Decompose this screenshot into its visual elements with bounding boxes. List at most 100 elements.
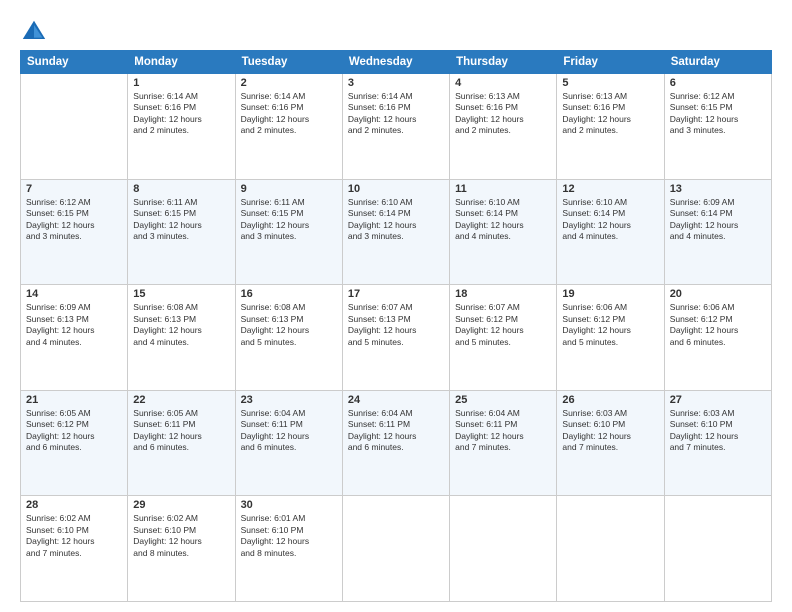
day-info: Sunrise: 6:14 AMSunset: 6:16 PMDaylight:… (133, 91, 229, 137)
day-number: 30 (241, 499, 337, 511)
week-row-3: 14 Sunrise: 6:09 AMSunset: 6:13 PMDayligh… (21, 285, 772, 391)
day-info: Sunrise: 6:10 AMSunset: 6:14 PMDaylight:… (455, 197, 551, 243)
day-cell: 6 Sunrise: 6:12 AMSunset: 6:15 PMDaylight… (664, 74, 771, 180)
day-cell (450, 496, 557, 602)
day-cell: 18 Sunrise: 6:07 AMSunset: 6:12 PMDayligh… (450, 285, 557, 391)
day-cell: 22Sunrise: 6:05 AMSunset: 6:11 PMDayligh… (128, 390, 235, 496)
day-number: 27 (670, 394, 766, 406)
day-number: 17 (348, 288, 444, 300)
day-number: 16 (241, 288, 337, 300)
day-cell: 26 Sunrise: 6:03 AMSunset: 6:10 PMDayligh… (557, 390, 664, 496)
day-info: Sunrise: 6:04 AMSunset: 6:11 PMDaylight:… (348, 408, 444, 454)
day-info: Sunrise: 6:09 AMSunset: 6:14 PMDaylight:… (670, 197, 766, 243)
day-cell: 23 Sunrise: 6:04 AMSunset: 6:11 PMDayligh… (235, 390, 342, 496)
day-number: 26 (562, 394, 658, 406)
day-number: 2 (241, 77, 337, 89)
day-number: 9 (241, 183, 337, 195)
day-cell: 13 Sunrise: 6:09 AMSunset: 6:14 PMDayligh… (664, 179, 771, 285)
day-info: Sunrise: 6:14 AMSunset: 6:16 PMDaylight:… (348, 91, 444, 137)
day-number: 13 (670, 183, 766, 195)
day-info: Sunrise: 6:10 AMSunset: 6:14 PMDaylight:… (562, 197, 658, 243)
day-info: Sunrise: 6:02 AMSunset: 6:10 PMDaylight:… (133, 513, 229, 559)
day-info: Sunrise: 6:03 AMSunset: 6:10 PMDaylight:… (670, 408, 766, 454)
day-number: 20 (670, 288, 766, 300)
day-cell: 27 Sunrise: 6:03 AMSunset: 6:10 PMDayligh… (664, 390, 771, 496)
col-header-tuesday: Tuesday (235, 51, 342, 74)
day-cell: 1 Sunrise: 6:14 AMSunset: 6:16 PMDaylight… (128, 74, 235, 180)
day-info: Sunrise: 6:02 AMSunset: 6:10 PMDaylight:… (26, 513, 122, 559)
day-number: 18 (455, 288, 551, 300)
day-cell: 16 Sunrise: 6:08 AMSunset: 6:13 PMDayligh… (235, 285, 342, 391)
day-info: Sunrise: 6:08 AMSunset: 6:13 PMDaylight:… (133, 302, 229, 348)
day-cell: 12 Sunrise: 6:10 AMSunset: 6:14 PMDayligh… (557, 179, 664, 285)
day-number: 28 (26, 499, 122, 511)
day-cell: 9 Sunrise: 6:11 AMSunset: 6:15 PMDaylight… (235, 179, 342, 285)
day-cell: 17 Sunrise: 6:07 AMSunset: 6:13 PMDayligh… (342, 285, 449, 391)
day-number: 11 (455, 183, 551, 195)
day-cell: 15 Sunrise: 6:08 AMSunset: 6:13 PMDayligh… (128, 285, 235, 391)
header-row: SundayMondayTuesdayWednesdayThursdayFrid… (21, 51, 772, 74)
day-number: 23 (241, 394, 337, 406)
day-cell (557, 496, 664, 602)
day-cell: 30 Sunrise: 6:01 AMSunset: 6:10 PMDayligh… (235, 496, 342, 602)
day-info: Sunrise: 6:05 AMSunset: 6:11 PMDaylight:… (133, 408, 229, 454)
col-header-wednesday: Wednesday (342, 51, 449, 74)
day-number: 19 (562, 288, 658, 300)
day-info: Sunrise: 6:12 AMSunset: 6:15 PMDaylight:… (26, 197, 122, 243)
day-cell: 21 Sunrise: 6:05 AMSunset: 6:12 PMDayligh… (21, 390, 128, 496)
day-info: Sunrise: 6:11 AMSunset: 6:15 PMDaylight:… (133, 197, 229, 243)
day-cell: 8 Sunrise: 6:11 AMSunset: 6:15 PMDaylight… (128, 179, 235, 285)
day-cell: 10Sunrise: 6:10 AMSunset: 6:14 PMDayligh… (342, 179, 449, 285)
day-cell: 7 Sunrise: 6:12 AMSunset: 6:15 PMDaylight… (21, 179, 128, 285)
col-header-sunday: Sunday (21, 51, 128, 74)
day-cell: 29 Sunrise: 6:02 AMSunset: 6:10 PMDayligh… (128, 496, 235, 602)
day-cell (664, 496, 771, 602)
day-number: 14 (26, 288, 122, 300)
day-info: Sunrise: 6:07 AMSunset: 6:12 PMDaylight:… (455, 302, 551, 348)
day-cell: 20 Sunrise: 6:06 AMSunset: 6:12 PMDayligh… (664, 285, 771, 391)
day-info: Sunrise: 6:11 AMSunset: 6:15 PMDaylight:… (241, 197, 337, 243)
day-info: Sunrise: 6:07 AMSunset: 6:13 PMDaylight:… (348, 302, 444, 348)
col-header-monday: Monday (128, 51, 235, 74)
header (20, 18, 772, 46)
calendar: SundayMondayTuesdayWednesdayThursdayFrid… (20, 50, 772, 602)
day-number: 21 (26, 394, 122, 406)
day-info: Sunrise: 6:01 AMSunset: 6:10 PMDaylight:… (241, 513, 337, 559)
logo (20, 18, 52, 46)
day-info: Sunrise: 6:14 AMSunset: 6:16 PMDaylight:… (241, 91, 337, 137)
day-number: 8 (133, 183, 229, 195)
day-info: Sunrise: 6:13 AMSunset: 6:16 PMDaylight:… (562, 91, 658, 137)
day-number: 29 (133, 499, 229, 511)
day-cell: 4 Sunrise: 6:13 AMSunset: 6:16 PMDaylight… (450, 74, 557, 180)
day-info: Sunrise: 6:04 AMSunset: 6:11 PMDaylight:… (241, 408, 337, 454)
day-cell (342, 496, 449, 602)
day-cell: 19 Sunrise: 6:06 AMSunset: 6:12 PMDayligh… (557, 285, 664, 391)
day-info: Sunrise: 6:10 AMSunset: 6:14 PMDaylight:… (348, 197, 444, 243)
week-row-1: 1 Sunrise: 6:14 AMSunset: 6:16 PMDaylight… (21, 74, 772, 180)
day-info: Sunrise: 6:04 AMSunset: 6:11 PMDaylight:… (455, 408, 551, 454)
day-info: Sunrise: 6:09 AMSunset: 6:13 PMDaylight:… (26, 302, 122, 348)
day-number: 4 (455, 77, 551, 89)
day-number: 6 (670, 77, 766, 89)
col-header-thursday: Thursday (450, 51, 557, 74)
col-header-saturday: Saturday (664, 51, 771, 74)
day-cell: 2 Sunrise: 6:14 AMSunset: 6:16 PMDaylight… (235, 74, 342, 180)
day-number: 12 (562, 183, 658, 195)
day-info: Sunrise: 6:13 AMSunset: 6:16 PMDaylight:… (455, 91, 551, 137)
page: SundayMondayTuesdayWednesdayThursdayFrid… (0, 0, 792, 612)
day-info: Sunrise: 6:03 AMSunset: 6:10 PMDaylight:… (562, 408, 658, 454)
day-cell: 11 Sunrise: 6:10 AMSunset: 6:14 PMDayligh… (450, 179, 557, 285)
day-info: Sunrise: 6:12 AMSunset: 6:15 PMDaylight:… (670, 91, 766, 137)
day-number: 15 (133, 288, 229, 300)
logo-icon (20, 18, 48, 46)
day-info: Sunrise: 6:08 AMSunset: 6:13 PMDaylight:… (241, 302, 337, 348)
day-number: 1 (133, 77, 229, 89)
day-number: 7 (26, 183, 122, 195)
day-info: Sunrise: 6:06 AMSunset: 6:12 PMDaylight:… (562, 302, 658, 348)
day-cell: 3 Sunrise: 6:14 AMSunset: 6:16 PMDaylight… (342, 74, 449, 180)
day-cell: 5Sunrise: 6:13 AMSunset: 6:16 PMDaylight… (557, 74, 664, 180)
day-number: 3 (348, 77, 444, 89)
day-number: 25 (455, 394, 551, 406)
day-info: Sunrise: 6:05 AMSunset: 6:12 PMDaylight:… (26, 408, 122, 454)
day-info: Sunrise: 6:06 AMSunset: 6:12 PMDaylight:… (670, 302, 766, 348)
